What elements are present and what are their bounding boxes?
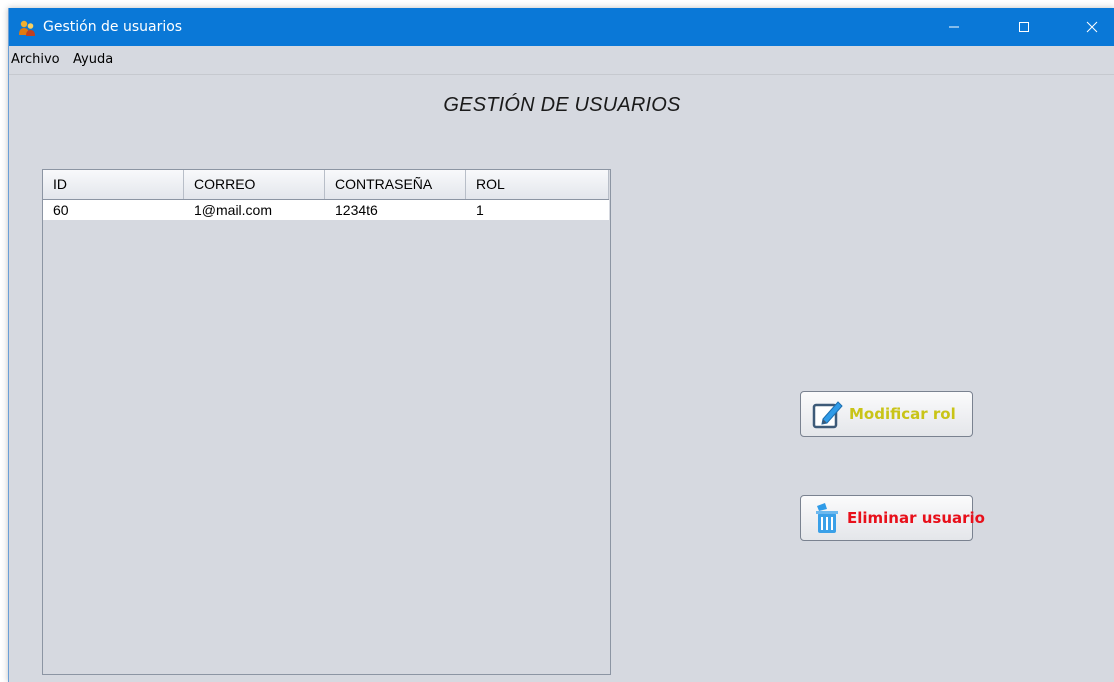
table-header: ID CORREO CONTRASEÑA ROL — [43, 170, 609, 200]
users-app-icon — [19, 20, 35, 36]
page-title: GESTIÓN DE USUARIOS — [443, 94, 681, 116]
close-button[interactable] — [1069, 8, 1114, 46]
column-header-contrasena[interactable]: CONTRASEÑA — [325, 170, 466, 199]
title-bar[interactable]: Gestión de usuarios — [9, 8, 1114, 46]
table-row[interactable]: 60 1@mail.com 1234t6 1 — [43, 200, 609, 220]
maximize-icon — [1019, 22, 1029, 32]
delete-user-button[interactable]: Eliminar usuario — [800, 495, 985, 541]
delete-user-label: Eliminar usuario — [847, 509, 985, 527]
minimize-icon — [949, 26, 959, 28]
menu-archivo[interactable]: Archivo — [11, 52, 60, 67]
app-window: Gestión de usuarios Archivo Ayuda GESTIÓ… — [8, 8, 1114, 682]
users-table[interactable]: ID CORREO CONTRASEÑA ROL 60 1@mail.com 1… — [42, 169, 611, 675]
column-header-rol[interactable]: ROL — [466, 170, 609, 199]
column-header-correo[interactable]: CORREO — [184, 170, 325, 199]
table-body: 60 1@mail.com 1234t6 1 — [43, 200, 609, 220]
minimize-button[interactable] — [931, 8, 977, 46]
cell-correo: 1@mail.com — [194, 202, 273, 218]
cell-id: 60 — [53, 202, 69, 218]
menu-ayuda[interactable]: Ayuda — [73, 52, 113, 67]
menu-bar: Archivo Ayuda — [9, 46, 1114, 75]
column-header-id[interactable]: ID — [43, 170, 184, 199]
maximize-button[interactable] — [1001, 8, 1047, 46]
modify-role-label: Modificar rol — [849, 405, 956, 423]
edit-icon — [812, 401, 843, 429]
window-title: Gestión de usuarios — [43, 19, 183, 35]
close-icon — [1086, 21, 1098, 33]
modify-role-button[interactable]: Modificar rol — [800, 391, 973, 437]
cell-rol: 1 — [476, 202, 484, 218]
trash-icon — [816, 503, 838, 533]
cell-contrasena: 1234t6 — [335, 202, 378, 218]
